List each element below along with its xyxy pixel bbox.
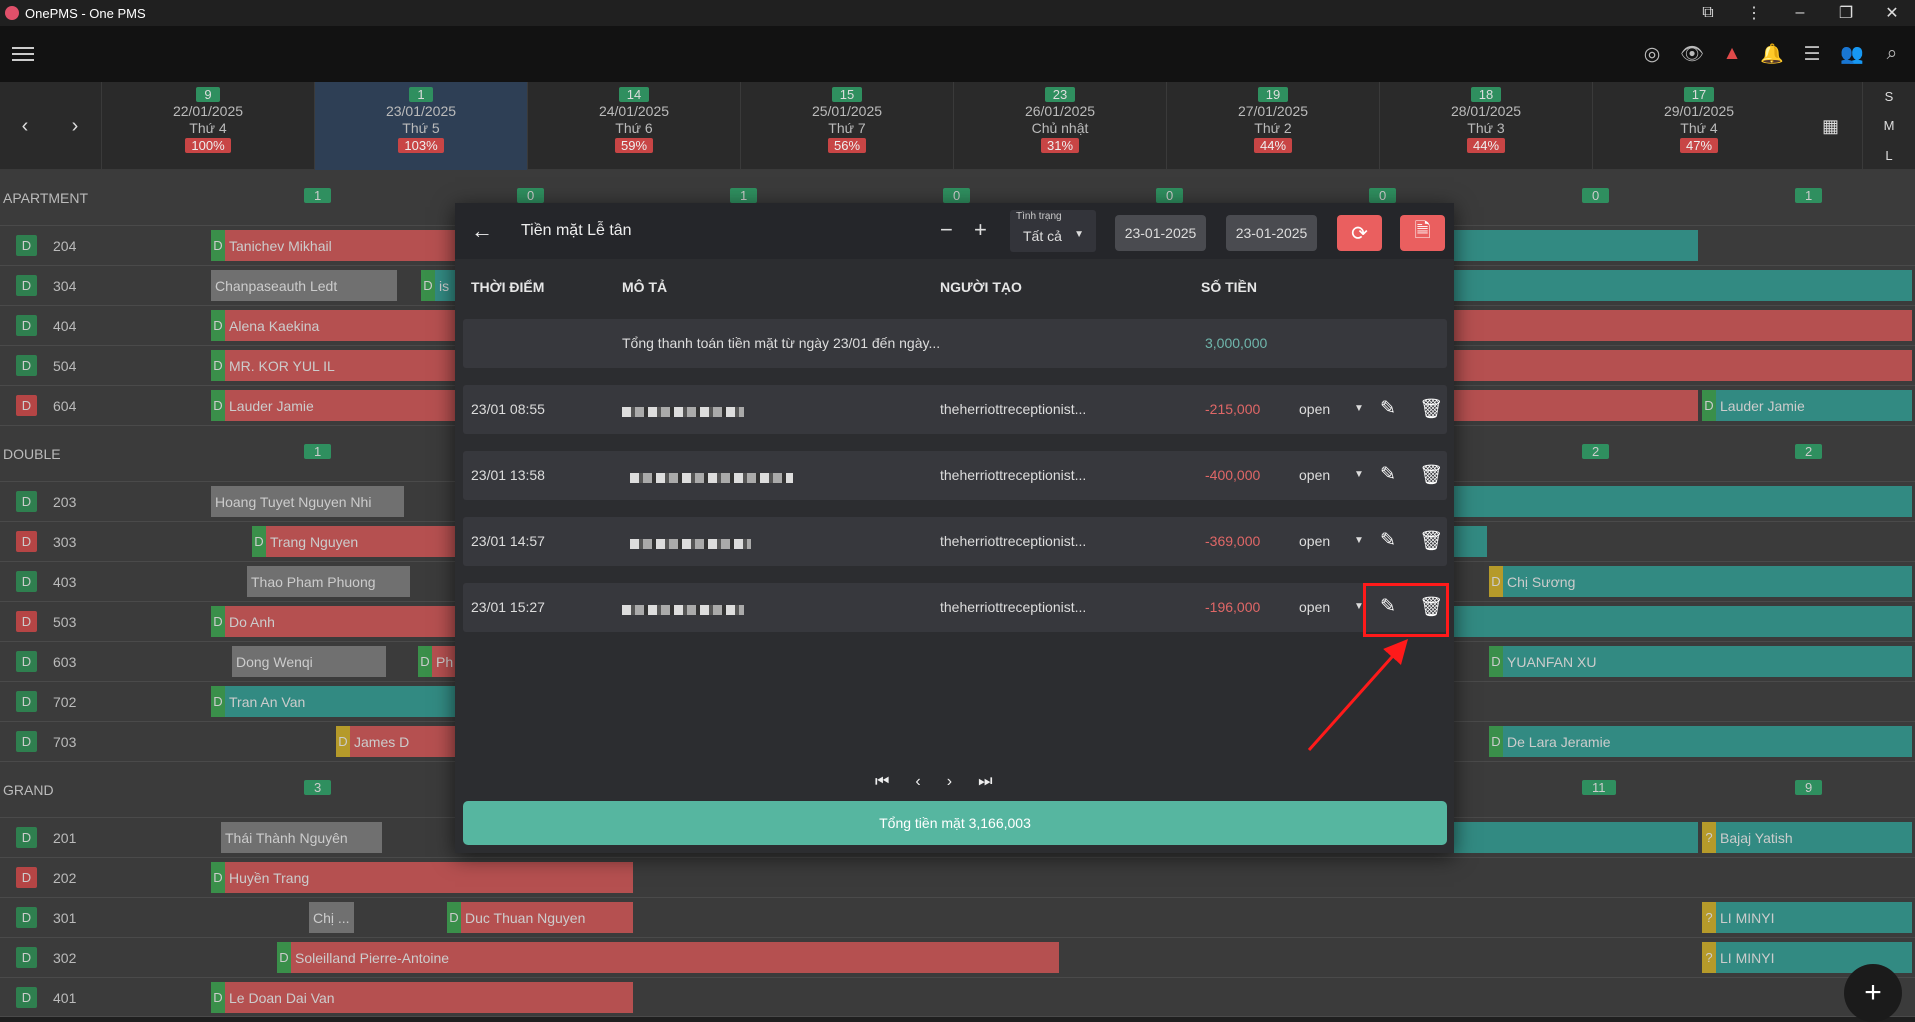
annotation-arrow-icon xyxy=(1307,639,1408,751)
add-fab-button[interactable]: + xyxy=(1844,964,1902,1022)
